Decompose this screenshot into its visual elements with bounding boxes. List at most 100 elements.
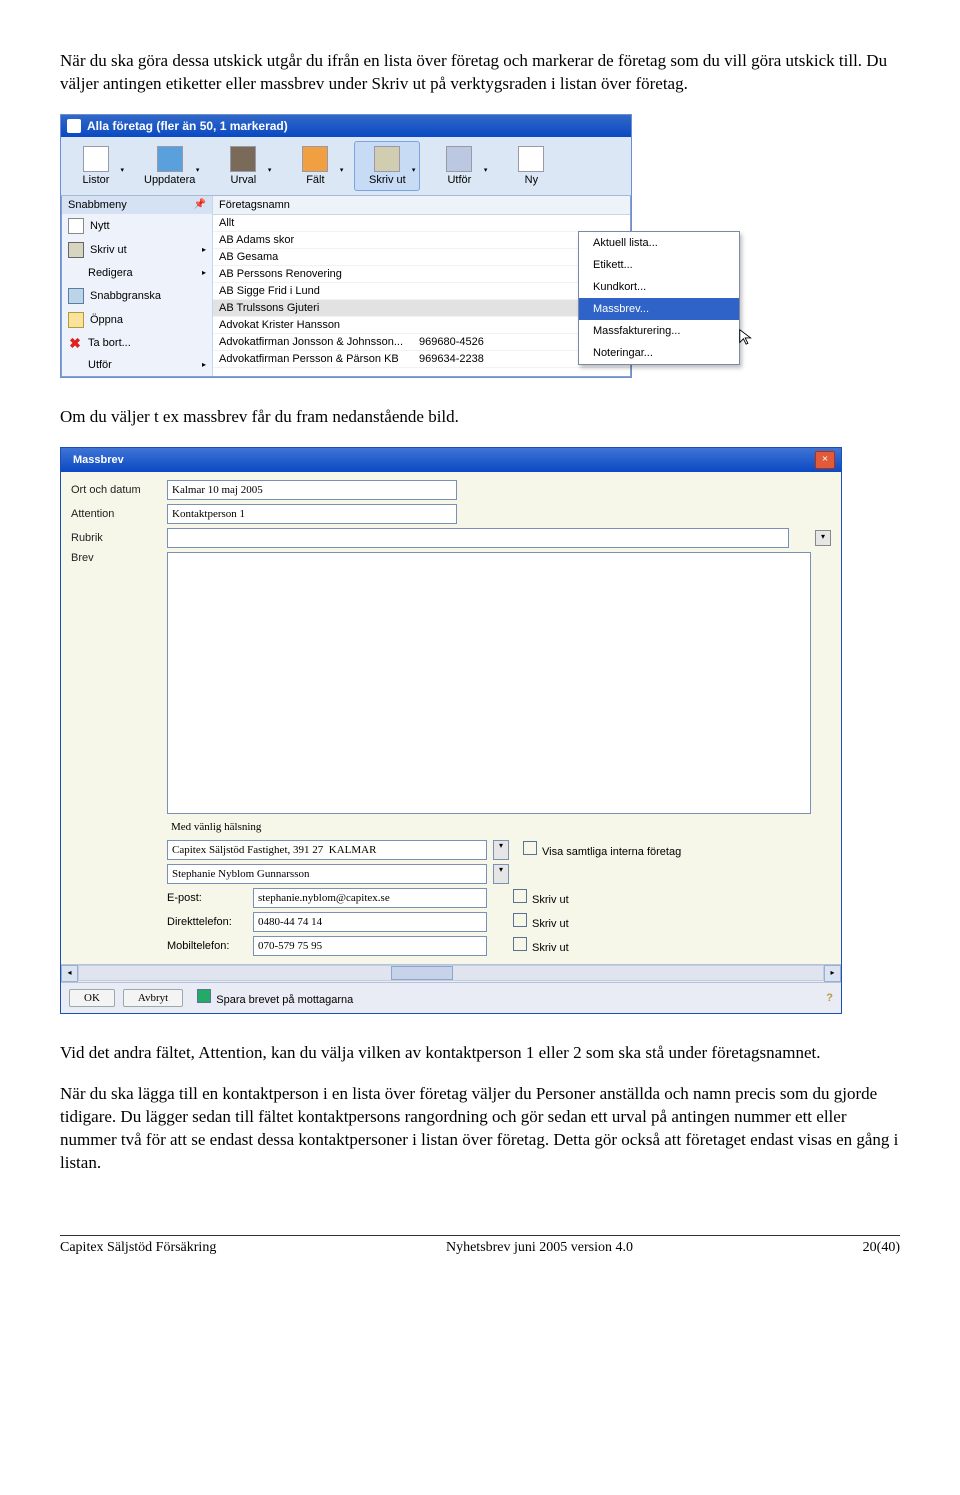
sidebar-item-redigera[interactable]: Redigera▸ (62, 262, 212, 284)
mobile-input[interactable] (253, 936, 487, 956)
column-header[interactable]: Företagsnamn (219, 199, 419, 211)
open-icon (68, 312, 84, 328)
dialog-title: Massbrev (73, 454, 124, 466)
ny-icon (518, 146, 544, 172)
listor-icon (83, 146, 109, 172)
email-input[interactable] (253, 888, 487, 908)
toolbar-fält[interactable]: Fält▾ (282, 141, 348, 191)
table-row[interactable]: AB Adams skor (213, 232, 630, 249)
sidebar-item-skriv-ut[interactable]: Skriv ut▸ (62, 238, 212, 262)
scroll-left-button[interactable]: ◂ (61, 965, 78, 982)
email-print-checkbox[interactable] (513, 889, 527, 903)
show-all-label: Visa samtliga interna företag (542, 846, 681, 858)
toolbar-urval[interactable]: Urval▾ (210, 141, 276, 191)
sidebar-item-snabbgranska[interactable]: Snabbgranska (62, 284, 212, 308)
column-header-row: Företagsnamn (213, 196, 630, 215)
new-icon (68, 218, 84, 234)
cancel-button[interactable]: Avbryt (123, 989, 183, 1007)
submenu-arrow-icon: ▸ (202, 268, 206, 277)
menu-item-etikett-[interactable]: Etikett... (579, 254, 739, 276)
window-title: Alla företag (fler än 50, 1 markerad) (87, 119, 288, 133)
sidebar-item-utför[interactable]: Utför▸ (62, 354, 212, 376)
sidebar-item-ta-bort-[interactable]: ✖Ta bort... (62, 332, 212, 354)
table-row[interactable]: Advokatfirman Jonsson & Johnsson...96968… (213, 334, 630, 351)
menu-item-noteringar-[interactable]: Noteringar... (579, 342, 739, 364)
table-row[interactable]: AB Trulssons Gjuteri (213, 300, 630, 317)
table-row[interactable]: Advokat Krister Hansson (213, 317, 630, 334)
screenshot-company-list: Alla företag (fler än 50, 1 markerad) Li… (60, 114, 900, 378)
toolbar-uppdatera[interactable]: Uppdatera▾ (135, 141, 204, 191)
toolbar-ny[interactable]: Ny (498, 141, 564, 191)
utför-icon (446, 146, 472, 172)
help-icon[interactable]: ? (826, 992, 833, 1004)
fält-icon (302, 146, 328, 172)
body-textarea[interactable] (167, 552, 811, 814)
sender-input[interactable] (167, 864, 487, 884)
paragraph-intro-3: Vid det andra fältet, Attention, kan du … (60, 1042, 900, 1065)
submenu-arrow-icon: ▸ (202, 360, 206, 369)
mobile-label: Mobiltelefon: (167, 940, 247, 952)
subject-input[interactable] (167, 528, 789, 548)
sidebar-item-öppna[interactable]: Öppna (62, 308, 212, 332)
footer-left: Capitex Säljstöd Försäkring (60, 1240, 216, 1256)
phone-print-checkbox[interactable] (513, 913, 527, 927)
phone-input[interactable] (253, 912, 487, 932)
horizontal-scrollbar[interactable]: ◂ ▸ (61, 964, 841, 982)
ok-button[interactable]: OK (69, 989, 115, 1007)
label-subject: Rubrik (71, 532, 161, 544)
mobile-print-checkbox[interactable] (513, 937, 527, 951)
mobile-print-label: Skriv ut (532, 942, 569, 954)
phone-print-label: Skriv ut (532, 918, 569, 930)
show-all-checkbox[interactable] (523, 841, 537, 855)
table-row[interactable]: Advokatfirman Persson & Pärson KB969634-… (213, 351, 630, 368)
cursor-icon (738, 328, 756, 349)
attention-input[interactable] (167, 504, 457, 524)
toolbar: Listor▾Uppdatera▾Urval▾Fält▾Skriv ut▾Utf… (61, 137, 631, 196)
table-row[interactable]: Allt (213, 215, 630, 232)
urval-icon (230, 146, 256, 172)
menu-item-aktuell-lista-[interactable]: Aktuell lista... (579, 232, 739, 254)
sidebar: Snabbmeny 📌 NyttSkriv ut▸Redigera▸Snabbg… (62, 196, 213, 376)
window-titlebar: Alla företag (fler än 50, 1 markerad) (61, 115, 631, 137)
del-icon: ✖ (68, 336, 82, 350)
scroll-thumb[interactable] (391, 966, 453, 980)
label-date: Ort och datum (71, 484, 161, 496)
toolbar-utför[interactable]: Utför▾ (426, 141, 492, 191)
paragraph-intro-1: När du ska göra dessa utskick utgår du i… (60, 50, 900, 96)
skriv ut-icon (374, 146, 400, 172)
screenshot-massbrev-dialog: Massbrev × Ort och datum Attention Rubri… (60, 447, 900, 1014)
sidebar-item-nytt[interactable]: Nytt (62, 214, 212, 238)
pin-icon[interactable]: 📌 (194, 199, 206, 210)
format-dropdown[interactable]: ▾ (815, 530, 831, 546)
close-button[interactable]: × (815, 451, 835, 469)
label-attention: Attention (71, 508, 161, 520)
sidebar-title: Snabbmeny (68, 199, 127, 211)
phone-label: Direkttelefon: (167, 916, 247, 928)
email-print-label: Skriv ut (532, 894, 569, 906)
submenu-arrow-icon: ▸ (202, 245, 206, 254)
table-row[interactable]: AB Sigge Frid i Lund (213, 283, 630, 300)
table-row[interactable]: AB Perssons Renovering (213, 266, 630, 283)
closing-text (167, 818, 485, 836)
window-icon (67, 119, 81, 133)
sender-dropdown[interactable]: ▾ (493, 864, 509, 884)
menu-item-massbrev-[interactable]: Massbrev... (579, 298, 739, 320)
date-input[interactable] (167, 480, 457, 500)
print-icon (68, 242, 84, 258)
sidebar-header: Snabbmeny 📌 (62, 196, 212, 214)
company-input[interactable] (167, 840, 487, 860)
uppdatera-icon (157, 146, 183, 172)
menu-item-massfakturering-[interactable]: Massfakturering... (579, 320, 739, 342)
dialog-footer: OK Avbryt Spara brevet på mottagarna ? (61, 982, 841, 1013)
footer-right: 20(40) (863, 1240, 900, 1256)
view-icon (68, 288, 84, 304)
menu-item-kundkort-[interactable]: Kundkort... (579, 276, 739, 298)
toolbar-listor[interactable]: Listor▾ (63, 141, 129, 191)
company-dropdown[interactable]: ▾ (493, 840, 509, 860)
save-label: Spara brevet på mottagarna (216, 994, 353, 1006)
table-row[interactable]: AB Gesama (213, 249, 630, 266)
scroll-right-button[interactable]: ▸ (824, 965, 841, 982)
dialog-titlebar: Massbrev × (61, 448, 841, 472)
save-checkbox[interactable] (197, 989, 211, 1003)
toolbar-skriv ut[interactable]: Skriv ut▾ (354, 141, 420, 191)
